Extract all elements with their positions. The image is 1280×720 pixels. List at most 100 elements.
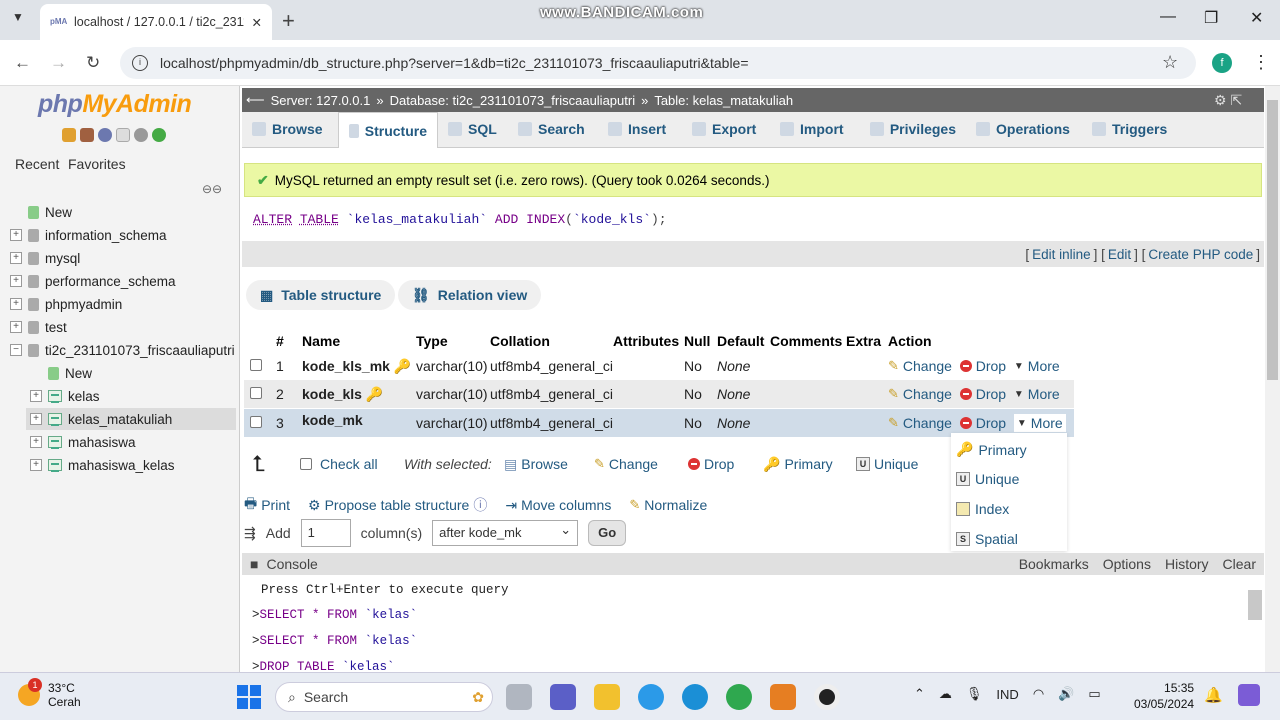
header-collation[interactable]: Collation [490, 333, 613, 349]
xampp-icon[interactable] [770, 684, 796, 710]
chrome-icon[interactable] [726, 684, 752, 710]
cloud-icon[interactable]: ☁ [939, 686, 952, 702]
recent-tab[interactable]: Recent [15, 156, 59, 172]
bulk-browse-button[interactable]: ▤ Browse [504, 456, 594, 473]
console-bookmarks-link[interactable]: Bookmarks [1019, 556, 1089, 572]
page-scrollbar-thumb[interactable] [1267, 100, 1278, 380]
change-button[interactable]: ✎ Change [888, 386, 952, 402]
weather-widget[interactable]: 1 33°C Cerah [18, 678, 81, 709]
forward-icon[interactable]: → [50, 53, 67, 73]
edge-icon[interactable] [682, 684, 708, 710]
edit-inline-link[interactable]: Edit inline [1032, 247, 1091, 262]
url-field[interactable]: i localhost/phpmyadmin/db_structure.php?… [120, 47, 1196, 79]
tree-item-performance-schema[interactable]: + performance_schema [10, 271, 176, 291]
battery-icon[interactable]: ▭ [1088, 686, 1100, 702]
tree-table-kelas-matakuliah[interactable]: + kelas_matakuliah [30, 409, 172, 429]
menu-item-unique[interactable]: U Unique [956, 471, 1019, 487]
console-scrollbar[interactable] [1248, 590, 1262, 620]
page-settings-gear-icon[interactable]: ⚙ ⇱ [1214, 92, 1242, 109]
subtab-relation-view[interactable]: ⛓ Relation view [398, 280, 542, 310]
console-history-link[interactable]: History [1165, 556, 1209, 572]
expand-icon[interactable]: + [10, 298, 22, 310]
breadcrumb-table[interactable]: Table: kelas_matakuliah [654, 93, 793, 108]
drop-button[interactable]: Drop [959, 358, 1006, 374]
expand-icon[interactable]: + [10, 252, 22, 264]
tree-item-information-schema[interactable]: + information_schema [10, 225, 167, 245]
tab-privileges[interactable]: Privileges [860, 112, 966, 146]
help-icon[interactable] [98, 128, 112, 142]
expand-icon[interactable]: + [10, 229, 22, 241]
profile-avatar[interactable]: f [1212, 53, 1232, 73]
bulk-change-button[interactable]: ✎ Change [594, 456, 688, 472]
normalize-button[interactable]: ✎ Normalize [629, 497, 707, 513]
column-position-select[interactable]: after kode_mk [432, 518, 579, 546]
tab-structure[interactable]: Structure [338, 112, 438, 148]
header-default[interactable]: Default [717, 333, 770, 349]
change-button[interactable]: ✎ Change [888, 358, 952, 374]
console-bar[interactable]: ■ Console Bookmarks Options History Clea… [242, 553, 1264, 575]
bookmark-star-icon[interactable]: ☆ [1162, 52, 1178, 73]
menu-item-spatial[interactable]: S Spatial [956, 531, 1018, 547]
tab-browse[interactable]: Browse [242, 112, 338, 146]
header-extra[interactable]: Extra [846, 333, 888, 349]
copilot-icon[interactable] [1238, 684, 1260, 706]
microphone-icon[interactable]: 🎙 [966, 686, 983, 702]
collapse-all-icon[interactable]: ⊖⊖ [202, 182, 222, 196]
tab-export[interactable]: Export [682, 112, 770, 146]
expand-icon[interactable]: + [10, 321, 22, 333]
check-all-label[interactable]: Check all [320, 456, 404, 472]
back-icon[interactable]: ← [14, 53, 31, 73]
header-attributes[interactable]: Attributes [613, 333, 684, 349]
expand-icon[interactable]: + [30, 459, 42, 471]
tab-triggers[interactable]: Triggers [1082, 112, 1178, 146]
file-explorer-icon[interactable] [594, 684, 620, 710]
header-comments[interactable]: Comments [770, 333, 846, 349]
tree-item-ti2c-db[interactable]: − ti2c_231101073_friscaauliaputri [10, 340, 235, 360]
console-title[interactable]: Console [266, 556, 317, 572]
teams-icon[interactable] [550, 684, 576, 710]
go-button[interactable]: Go [588, 520, 627, 546]
bulk-drop-button[interactable]: Drop [688, 456, 763, 472]
chevron-up-icon[interactable]: ⌃ [914, 686, 925, 702]
menu-item-primary[interactable]: 🔑 Primary [956, 441, 1027, 458]
bulk-unique-button[interactable]: U Unique [856, 456, 952, 472]
expand-icon[interactable]: + [30, 436, 42, 448]
windows-start-icon[interactable] [237, 685, 261, 709]
taskbar-search[interactable]: ⌕ Search ✿ [275, 682, 493, 712]
tab-insert[interactable]: Insert [598, 112, 682, 146]
console-query[interactable]: >SELECT * FROM `kelas` [252, 608, 417, 622]
tab-operations[interactable]: Operations [966, 112, 1082, 146]
row-checkbox[interactable] [250, 416, 262, 428]
drop-button[interactable]: Drop [959, 386, 1006, 402]
reload-icon[interactable]: ↻ [86, 53, 100, 73]
print-button[interactable]: 🖶 Print [244, 493, 290, 517]
more-button-active[interactable]: ▼ More [1013, 414, 1066, 432]
bulk-primary-button[interactable]: 🔑 Primary [763, 456, 856, 473]
tree-table-kelas[interactable]: + kelas [30, 386, 100, 406]
tree-item-phpmyadmin[interactable]: + phpmyadmin [10, 294, 122, 314]
favorites-tab[interactable]: Favorites [68, 156, 126, 172]
browser-tab[interactable]: pMA localhost / 127.0.0.1 / ti2c_2311 ✕ [40, 4, 272, 40]
tab-search-icon[interactable]: ▼ [12, 10, 24, 24]
wifi-icon[interactable]: ◠ [1033, 686, 1044, 702]
propose-structure-button[interactable]: ⚙ Propose table structure ⓘ [308, 495, 487, 515]
more-button[interactable]: ▼ More [1014, 386, 1060, 402]
browser-menu-icon[interactable]: ⋮ [1252, 52, 1270, 73]
drop-button[interactable]: Drop [959, 415, 1006, 431]
new-tab-icon[interactable]: + [282, 8, 295, 34]
minimize-icon[interactable]: — [1160, 8, 1176, 26]
create-php-code-link[interactable]: Create PHP code [1148, 247, 1253, 262]
header-name[interactable]: Name [302, 333, 416, 349]
collapse-icon[interactable]: − [10, 344, 22, 356]
language-indicator[interactable]: IND [996, 687, 1018, 702]
breadcrumb-server[interactable]: Server: 127.0.0.1 [271, 93, 371, 108]
notification-bell-icon[interactable]: 🔔 [1204, 686, 1223, 704]
task-view-icon[interactable] [506, 684, 532, 710]
help-icon[interactable]: ⓘ [473, 495, 487, 515]
tab-sql[interactable]: SQL [438, 112, 508, 146]
edit-link[interactable]: Edit [1108, 247, 1131, 262]
bandicam-icon[interactable] [814, 684, 840, 710]
row-checkbox[interactable] [250, 387, 262, 399]
close-tab-icon[interactable]: ✕ [252, 15, 262, 30]
close-window-icon[interactable]: ✕ [1250, 8, 1263, 28]
